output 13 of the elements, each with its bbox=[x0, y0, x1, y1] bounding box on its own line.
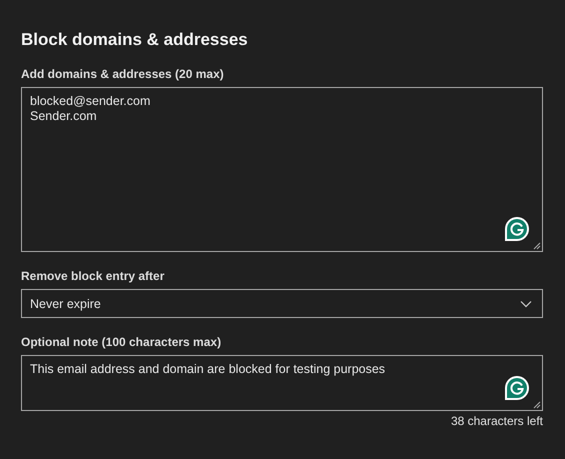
character-counter: 38 characters left bbox=[450, 414, 543, 428]
text-area[interactable]: blocked@sender.com Sender.com bbox=[21, 87, 543, 252]
grammar-assistant-icon[interactable] bbox=[504, 375, 530, 401]
chevron-down-icon bbox=[520, 300, 532, 308]
text-area[interactable]: This email address and domain are blocked for testing purposes bbox=[21, 355, 543, 411]
section-title: Block domains & addresses bbox=[21, 30, 249, 50]
field-label: Remove block entry after bbox=[21, 269, 166, 283]
resize-grip-icon[interactable] bbox=[533, 401, 541, 409]
grammar-assistant-icon[interactable] bbox=[504, 216, 530, 242]
field-label: Optional note (100 characters max) bbox=[21, 335, 222, 349]
field-label: Add domains & addresses (20 max) bbox=[21, 67, 225, 81]
dropdown[interactable]: Never expire bbox=[21, 289, 543, 318]
resize-grip-icon[interactable] bbox=[533, 242, 541, 250]
